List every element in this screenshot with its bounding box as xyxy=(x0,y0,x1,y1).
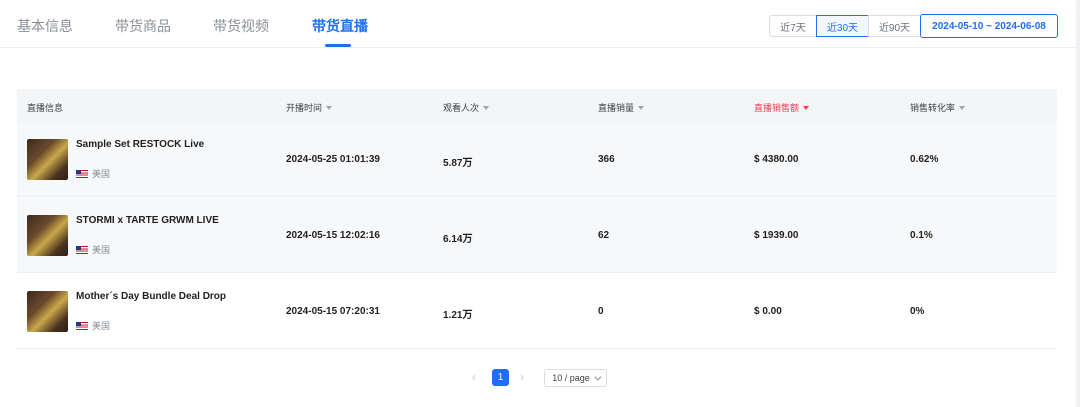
sales-amount-cell: $ 1939.00 xyxy=(754,230,799,241)
column-header-sales-volume[interactable]: 直播销量 xyxy=(598,101,645,114)
sort-caret-icon xyxy=(326,105,333,110)
tab-videos[interactable]: 带货视频 xyxy=(213,16,269,36)
column-header-live-info: 直播信息 xyxy=(27,103,64,113)
us-flag-icon xyxy=(76,169,88,178)
start-time-cell: 2024-05-15 07:20:31 xyxy=(286,306,380,317)
live-title[interactable]: Sample Set RESTOCK Live xyxy=(76,139,204,150)
top-nav: 基本信息 带货商品 带货视频 带货直播 近7天 近30天 近90天 2024-0… xyxy=(0,0,1076,48)
page-size-select[interactable]: 10 / page xyxy=(544,369,607,387)
sort-caret-icon xyxy=(483,105,490,110)
region-label: 美国 xyxy=(76,319,110,332)
tab-basic-info[interactable]: 基本信息 xyxy=(17,16,73,36)
range-90d-button[interactable]: 近90天 xyxy=(868,15,920,37)
sort-caret-icon xyxy=(959,105,966,110)
sales-volume-cell: 62 xyxy=(598,230,610,241)
table-row[interactable]: STORMI x TARTE GRWM LIVE 美国 2024-05-15 1… xyxy=(17,198,1057,273)
conversion-cell: 0.1% xyxy=(910,230,933,241)
start-time-cell: 2024-05-15 12:02:16 xyxy=(286,230,380,241)
tab-products[interactable]: 带货商品 xyxy=(115,16,171,36)
active-tab-indicator xyxy=(325,44,351,47)
column-header-conversion[interactable]: 销售转化率 xyxy=(910,101,966,114)
sales-amount-cell: $ 4380.00 xyxy=(754,154,799,165)
live-thumbnail[interactable] xyxy=(27,291,68,332)
date-range-picker[interactable]: 2024-05-10 ~ 2024-06-08 xyxy=(920,14,1058,38)
live-title[interactable]: Mother´s Day Bundle Deal Drop xyxy=(76,291,226,302)
sales-volume-cell: 0 xyxy=(598,306,604,317)
sales-amount-cell: $ 0.00 xyxy=(754,306,782,317)
scrollbar-track[interactable] xyxy=(1076,0,1080,407)
column-header-start-time[interactable]: 开播时间 xyxy=(286,101,333,114)
sort-caret-icon xyxy=(638,105,645,110)
sales-volume-cell: 366 xyxy=(598,154,615,165)
page-1-button[interactable]: 1 xyxy=(492,369,509,386)
conversion-cell: 0% xyxy=(910,306,925,317)
range-7d-button[interactable]: 近7天 xyxy=(769,15,817,37)
viewers-cell: 1.21万 xyxy=(443,310,473,321)
live-title[interactable]: STORMI x TARTE GRWM LIVE xyxy=(76,215,219,226)
sort-caret-icon xyxy=(803,105,810,110)
live-thumbnail[interactable] xyxy=(27,215,68,256)
region-label: 美国 xyxy=(76,243,110,256)
conversion-cell: 0.62% xyxy=(910,154,939,165)
next-page-icon[interactable]: › xyxy=(520,370,524,384)
column-header-viewers[interactable]: 观看人次 xyxy=(443,101,490,114)
prev-page-icon[interactable]: ‹ xyxy=(472,370,476,384)
range-30d-button[interactable]: 近30天 xyxy=(816,15,869,37)
table-row[interactable]: Sample Set RESTOCK Live 美国 2024-05-25 01… xyxy=(17,122,1057,197)
us-flag-icon xyxy=(76,245,88,254)
us-flag-icon xyxy=(76,321,88,330)
table-header: 直播信息 开播时间 观看人次 直播销量 直播销售额 销售转化率 xyxy=(17,89,1057,122)
viewers-cell: 5.87万 xyxy=(443,158,473,169)
start-time-cell: 2024-05-25 01:01:39 xyxy=(286,154,380,165)
chevron-down-icon xyxy=(594,373,602,381)
table-row[interactable]: Mother´s Day Bundle Deal Drop 美国 2024-05… xyxy=(17,274,1057,349)
tab-live-streams[interactable]: 带货直播 xyxy=(312,16,368,36)
region-label: 美国 xyxy=(76,167,110,180)
viewers-cell: 6.14万 xyxy=(443,234,473,245)
column-header-sales-amount[interactable]: 直播销售额 xyxy=(754,101,810,114)
live-thumbnail[interactable] xyxy=(27,139,68,180)
